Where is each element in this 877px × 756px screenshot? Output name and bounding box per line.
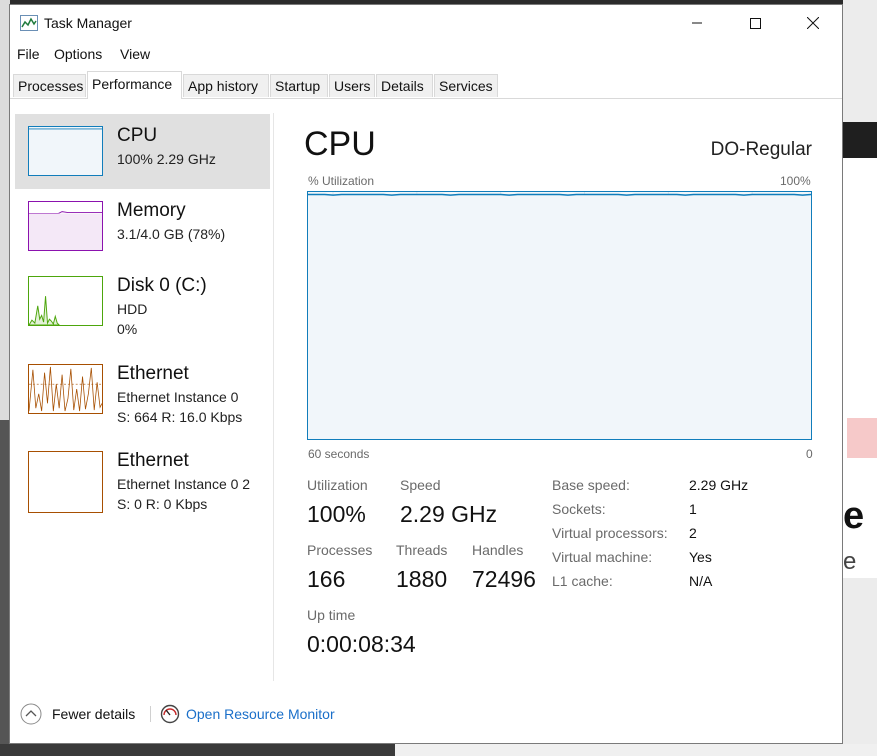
spec-virtual-processors-label: Virtual processors: xyxy=(552,525,668,541)
sidebar-item-throughput: S: 664 R: 16.0 Kbps xyxy=(117,409,243,425)
ethernet-thumbnail-graph xyxy=(28,451,103,513)
background-gift-graphic xyxy=(847,418,877,458)
menu-bar: File Options View xyxy=(10,43,842,65)
resource-monitor-icon xyxy=(160,704,180,724)
utilization-label: Utilization xyxy=(307,477,368,493)
tab-startup[interactable]: Startup xyxy=(270,74,328,97)
close-icon xyxy=(807,17,819,29)
speed-label: Speed xyxy=(400,477,441,493)
tab-details[interactable]: Details xyxy=(376,74,433,97)
spec-base-speed-value: 2.29 GHz xyxy=(689,477,749,493)
background-bottom xyxy=(0,744,877,756)
spec-l1-cache-label: L1 cache: xyxy=(552,573,613,589)
maximize-button[interactable] xyxy=(726,5,784,41)
sidebar-item-detail: Ethernet Instance 0 2 xyxy=(117,476,251,492)
spec-virtual-processors-value: 2 xyxy=(689,525,697,541)
sidebar-item-ethernet-0[interactable]: Ethernet Ethernet Instance 0 S: 664 R: 1… xyxy=(15,352,270,427)
graph-y-max: 100% xyxy=(780,174,811,188)
sidebar-item-label: Ethernet xyxy=(117,450,189,471)
title-bar[interactable]: Task Manager xyxy=(10,5,842,41)
spec-sockets-value: 1 xyxy=(689,501,697,517)
sidebar-item-disk[interactable]: Disk 0 (C:) HDD 0% xyxy=(15,264,270,339)
processes-label: Processes xyxy=(307,542,373,558)
sidebar-item-label: Ethernet xyxy=(117,363,189,384)
sidebar-item-label: CPU xyxy=(117,125,158,146)
window-title: Task Manager xyxy=(44,15,132,31)
uptime-label: Up time xyxy=(307,607,356,623)
graph-x-min: 0 xyxy=(806,447,813,461)
background-bottom-light xyxy=(395,744,877,756)
background-text-fragment: e xyxy=(843,495,865,537)
sidebar-item-label: Disk 0 (C:) xyxy=(117,275,207,296)
threads-label: Threads xyxy=(396,542,448,558)
page-title: CPU xyxy=(304,125,376,163)
sidebar-item-ethernet-1[interactable]: Ethernet Ethernet Instance 0 2 S: 0 R: 0… xyxy=(15,439,270,514)
sidebar-item-throughput: S: 0 R: 0 Kbps xyxy=(117,496,208,512)
menu-options[interactable]: Options xyxy=(54,46,102,62)
tab-performance[interactable]: Performance xyxy=(87,71,182,99)
threads-value: 1880 xyxy=(396,566,448,592)
sidebar-item-usage: 0% xyxy=(117,321,138,337)
panel-divider xyxy=(273,113,274,681)
utilization-value: 100% xyxy=(307,501,366,527)
spec-sockets-label: Sockets: xyxy=(552,501,606,517)
memory-thumbnail-graph xyxy=(28,201,103,251)
close-button[interactable] xyxy=(784,5,842,41)
uptime-value: 0:00:08:34 xyxy=(307,631,416,657)
cpu-utilization-graph xyxy=(307,191,812,440)
cpu-model-name: DO-Regular xyxy=(710,139,812,160)
background-text-fragment: e xyxy=(843,548,857,575)
tab-processes[interactable]: Processes xyxy=(13,74,86,97)
sidebar-item-cpu[interactable]: CPU 100% 2.29 GHz xyxy=(15,114,270,189)
minimize-button[interactable] xyxy=(668,5,726,41)
utilization-fill xyxy=(308,194,811,439)
tab-bar: Processes Performance App history Startu… xyxy=(10,71,842,99)
spec-virtual-machine-label: Virtual machine: xyxy=(552,549,653,565)
sidebar-item-detail: HDD xyxy=(117,301,148,317)
sidebar-item-label: Memory xyxy=(117,200,186,221)
sidebar-item-detail: Ethernet Instance 0 xyxy=(117,389,239,405)
menu-file[interactable]: File xyxy=(17,46,40,62)
spec-virtual-machine-value: Yes xyxy=(689,549,712,565)
handles-value: 72496 xyxy=(472,566,536,592)
graph-y-label: % Utilization xyxy=(308,174,375,188)
open-resource-monitor-link[interactable]: Open Resource Monitor xyxy=(186,706,335,722)
sidebar-item-detail: 100% 2.29 GHz xyxy=(117,151,216,167)
graph-x-label: 60 seconds xyxy=(308,447,370,461)
fewer-details-button[interactable]: Fewer details xyxy=(52,706,135,722)
menu-view[interactable]: View xyxy=(120,46,150,62)
background-right: e e xyxy=(843,0,877,756)
sidebar-item-detail: 3.1/4.0 GB (78%) xyxy=(117,226,226,242)
speed-value: 2.29 GHz xyxy=(400,501,498,527)
tab-users[interactable]: Users xyxy=(329,74,375,97)
footer-separator xyxy=(150,706,151,722)
utilization-line xyxy=(308,193,811,196)
sidebar-item-memory[interactable]: Memory 3.1/4.0 GB (78%) xyxy=(15,189,270,264)
handles-label: Handles xyxy=(472,542,524,558)
tab-app-history[interactable]: App history xyxy=(183,74,269,97)
cpu-thumbnail-graph xyxy=(28,126,103,176)
spec-base-speed-label: Base speed: xyxy=(552,477,630,493)
footer-bar: Fewer details Open Resource Monitor xyxy=(10,699,842,731)
chevron-up-circle-icon[interactable] xyxy=(20,703,42,725)
minimize-icon xyxy=(692,22,702,24)
task-manager-icon xyxy=(20,15,38,31)
processes-value: 166 xyxy=(307,566,346,592)
ethernet-thumbnail-graph xyxy=(28,364,103,414)
task-manager-window: Task Manager File Options View Processes… xyxy=(9,4,843,744)
tab-services[interactable]: Services xyxy=(434,74,498,97)
maximize-icon xyxy=(749,17,761,29)
resource-sidebar: CPU 100% 2.29 GHz Memory 3.1/4.0 GB (78%… xyxy=(10,99,274,689)
background-dark-band xyxy=(843,122,877,158)
disk-thumbnail-graph xyxy=(28,276,103,326)
spec-l1-cache-value: N/A xyxy=(689,573,713,589)
